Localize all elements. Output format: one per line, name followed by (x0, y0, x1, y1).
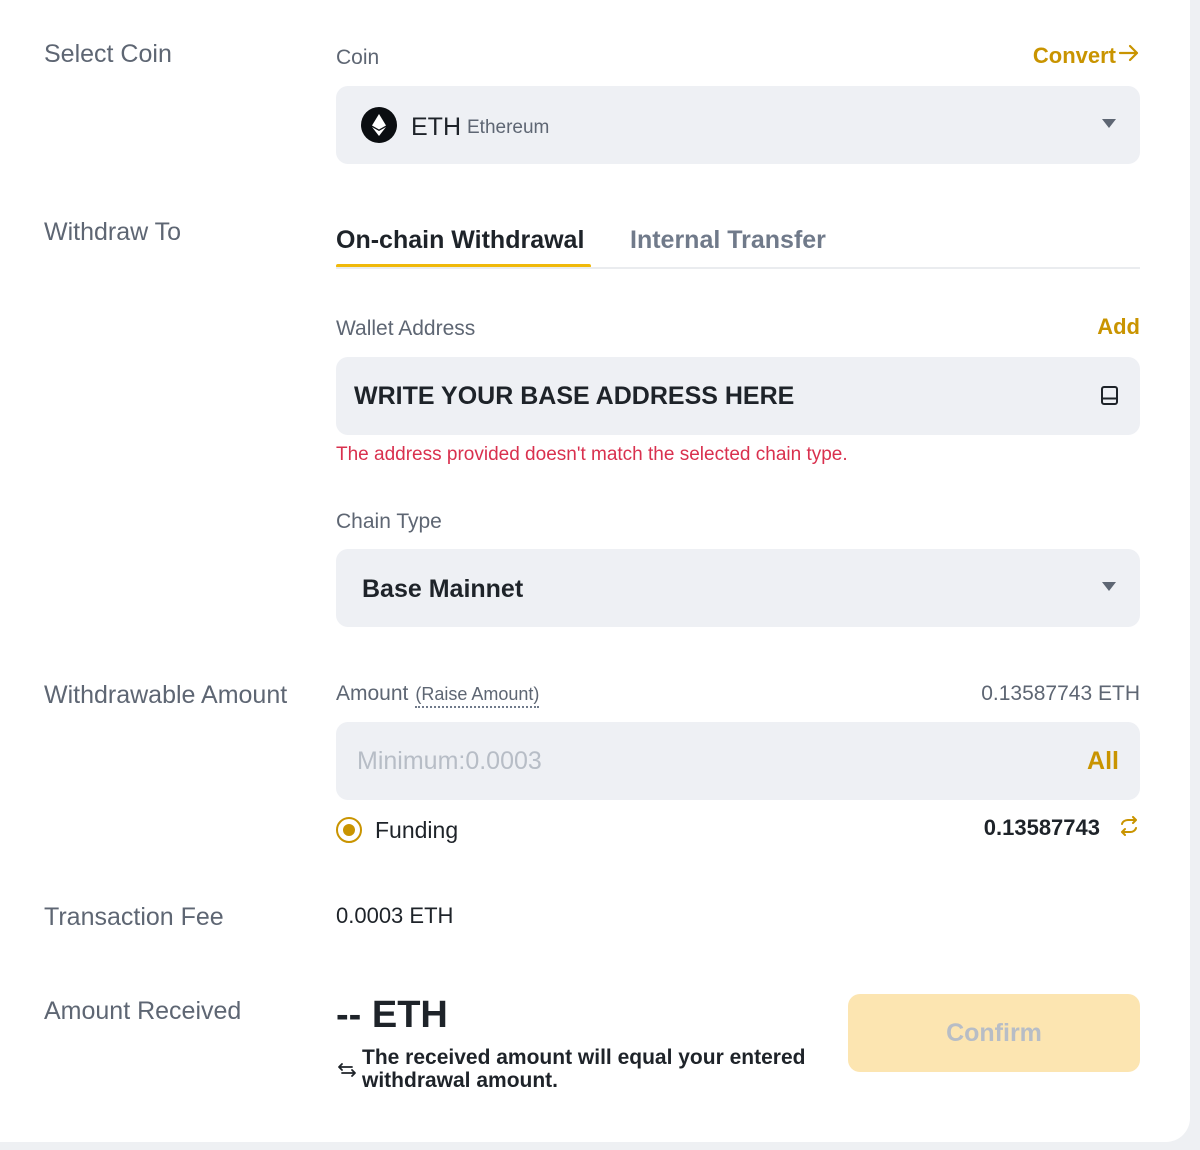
chevron-down-icon (1102, 119, 1116, 128)
amount-label-row: Amount (Raise Amount) (336, 682, 540, 708)
withdraw-card: Select Coin Withdraw To Withdrawable Amo… (0, 0, 1190, 1142)
withdraw-to-label: Withdraw To (44, 218, 182, 246)
received-amount-note: The received amount will equal your ente… (362, 1046, 806, 1092)
select-coin-label: Select Coin (44, 40, 172, 68)
convert-link[interactable]: Convert (1033, 43, 1140, 69)
add-address-link[interactable]: Add (1097, 314, 1140, 340)
transaction-fee-value: 0.0003 ETH (336, 903, 454, 928)
coin-select[interactable]: ETH Ethereum (336, 86, 1140, 164)
arrow-right-icon (1118, 43, 1140, 69)
confirm-button[interactable]: Confirm (848, 994, 1140, 1072)
amount-input[interactable]: Minimum:0.0003 All (336, 722, 1140, 800)
tab-on-chain-withdrawal[interactable]: On-chain Withdrawal (336, 226, 584, 255)
ethereum-icon (361, 107, 397, 148)
tabs-divider (336, 267, 1140, 269)
available-balance: 0.13587743 ETH (981, 682, 1140, 705)
amount-placeholder: Minimum:0.0003 (357, 747, 542, 775)
coin-symbol: ETH (411, 113, 461, 141)
swap-icon[interactable] (1119, 816, 1139, 841)
tab-internal-transfer[interactable]: Internal Transfer (630, 226, 826, 255)
amount-label: Amount (336, 682, 409, 705)
wallet-address-value: WRITE YOUR BASE ADDRESS HERE (354, 382, 795, 410)
convert-label: Convert (1032, 43, 1116, 68)
confirm-label: Confirm (946, 1018, 1042, 1047)
exchange-arrows-icon (337, 1060, 357, 1085)
amount-received-label: Amount Received (44, 997, 242, 1025)
radio-dot (343, 824, 355, 836)
address-book-icon[interactable] (1100, 385, 1120, 412)
chevron-down-icon (1102, 582, 1116, 591)
funding-radio[interactable] (336, 817, 362, 843)
coin-label: Coin (336, 46, 380, 69)
wallet-address-input[interactable]: WRITE YOUR BASE ADDRESS HERE (336, 357, 1140, 435)
transaction-fee-label: Transaction Fee (44, 903, 224, 931)
amount-received-value: -- ETH (336, 994, 448, 1036)
all-button[interactable]: All (1087, 747, 1119, 776)
raise-amount-link[interactable]: (Raise Amount) (415, 684, 540, 708)
funding-label: Funding (375, 817, 459, 843)
wallet-address-label: Wallet Address (336, 317, 476, 340)
chain-type-select[interactable]: Base Mainnet (336, 549, 1140, 627)
funding-balance: 0.13587743 (983, 815, 1100, 840)
coin-name: Ethereum (467, 117, 550, 138)
chain-type-value: Base Mainnet (362, 575, 524, 603)
withdrawable-amount-label: Withdrawable Amount (44, 681, 288, 709)
address-error-message: The address provided doesn't match the s… (336, 444, 848, 465)
chain-type-label: Chain Type (336, 510, 442, 533)
